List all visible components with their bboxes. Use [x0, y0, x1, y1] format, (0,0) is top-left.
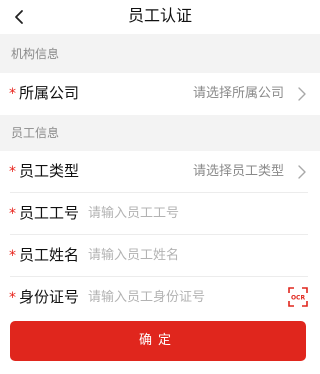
page-title: 员工认证: [127, 6, 192, 25]
ocr-icon-text: OCR: [291, 295, 306, 302]
employee-name-row[interactable]: * 员工姓名 请输入员工姓名: [0, 235, 320, 277]
id-number-label: 身份证号: [19, 288, 80, 306]
footer-bar: 确定: [0, 316, 320, 374]
company-label: 所属公司: [19, 84, 80, 102]
required-mark: *: [9, 248, 16, 264]
section-header-employee: 员工信息: [0, 115, 320, 151]
required-mark: *: [9, 164, 16, 180]
employee-id-row[interactable]: * 员工工号 请输入员工工号: [0, 193, 320, 235]
required-mark: *: [9, 290, 16, 306]
employee-type-label: 员工类型: [19, 162, 80, 180]
id-number-input[interactable]: 请输入员工身份证号: [88, 277, 205, 318]
required-mark: *: [9, 206, 16, 222]
org-info-group: * 所属公司 请选择所属公司: [0, 73, 320, 115]
employee-info-group: * 员工类型 请选择员工类型 * 员工工号 请输入员工工号 * 员工姓名 请输入…: [0, 151, 320, 319]
company-select-value[interactable]: 请选择所属公司: [193, 73, 284, 114]
nav-bar: 员工认证: [0, 0, 320, 34]
chevron-right-icon: [298, 165, 306, 179]
required-mark: *: [9, 86, 16, 102]
chevron-right-icon: [298, 87, 306, 101]
company-select-row[interactable]: * 所属公司 请选择所属公司: [0, 73, 320, 115]
employee-type-select-value[interactable]: 请选择员工类型: [193, 151, 284, 192]
id-number-row[interactable]: * 身份证号 请输入员工身份证号 OCR: [0, 277, 320, 319]
ocr-scan-icon[interactable]: OCR: [288, 287, 308, 307]
confirm-button[interactable]: 确定: [10, 321, 306, 361]
employee-type-select-row[interactable]: * 员工类型 请选择员工类型: [0, 151, 320, 193]
employee-name-input[interactable]: 请输入员工姓名: [88, 235, 179, 276]
employee-name-label: 员工姓名: [19, 246, 80, 264]
section-header-org: 机构信息: [0, 34, 320, 73]
employee-id-input[interactable]: 请输入员工工号: [88, 193, 179, 234]
employee-id-label: 员工工号: [19, 204, 80, 222]
